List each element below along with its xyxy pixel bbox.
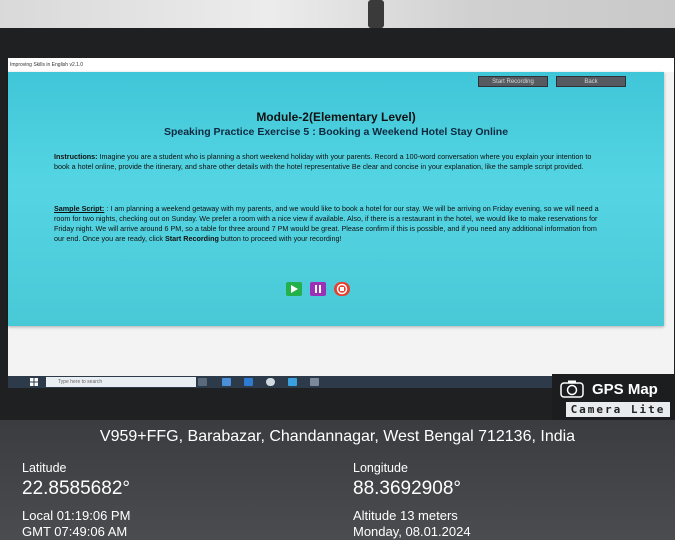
exercise-title: Speaking Practice Exercise 5 : Booking a… [163,126,509,138]
pause-button[interactable] [310,282,326,296]
sample-script-tail: button to proceed with your recording! [218,234,342,243]
app-icon[interactable] [310,378,319,386]
exercise-panel: Start Recording Back Module-2(Elementary… [8,72,664,326]
address-text: V959+FFG, Barabazar, Chandannagar, West … [99,428,576,445]
altitude-text: Altitude 13 meters [353,508,458,523]
windows-start-icon[interactable] [30,378,38,386]
pause-icon [315,285,321,293]
gmt-time: GMT 07:49:06 AM [22,524,128,539]
back-button[interactable]: Back [556,76,626,87]
stop-button[interactable] [334,282,350,296]
instructions-label: Instructions: [54,152,98,161]
play-button[interactable] [286,282,302,296]
taskbar-search-input[interactable]: Type here to search [46,377,196,387]
date-text: Monday, 08.01.2024 [353,524,471,539]
instructions-text: Imagine you are a student who is plannin… [54,152,592,171]
wall-outlet [368,0,384,28]
sample-script-bold: Start Recording [164,234,219,243]
longitude-value: 88.3692908° [353,478,461,499]
module-title: Module-2(Elementary Level) [256,110,416,124]
start-recording-button[interactable]: Start Recording [478,76,548,87]
file-explorer-icon[interactable] [222,378,231,386]
mail-icon[interactable] [244,378,253,386]
camera-icon [560,380,584,398]
sample-script-paragraph: Sample Script: : I am planning a weekend… [54,204,602,244]
longitude-label: Longitude [353,461,408,475]
gps-camera-badge: GPS Map Camera Lite [552,374,675,420]
store-icon[interactable] [288,378,297,386]
local-time: Local 01:19:06 PM [22,508,131,523]
location-overlay: V959+FFG, Barabazar, Chandannagar, West … [0,420,675,540]
browser-icon[interactable] [266,378,275,386]
instructions-paragraph: Instructions: Imagine you are a student … [54,152,602,172]
recording-controls [286,282,350,296]
latitude-value: 22.8585682° [22,478,130,499]
app-window: Improving Skills in English v2.1.0 Start… [8,58,674,388]
gps-badge-subtitle: Camera Lite [566,402,670,417]
stop-icon [336,283,348,295]
latitude-label: Latitude [22,461,67,475]
window-title: Improving Skills in English v2.1.0 [8,58,674,72]
sample-script-label: Sample Script: [54,204,105,213]
task-view-icon[interactable] [198,378,207,386]
gps-badge-title: GPS Map [592,381,658,398]
play-icon [291,285,298,293]
